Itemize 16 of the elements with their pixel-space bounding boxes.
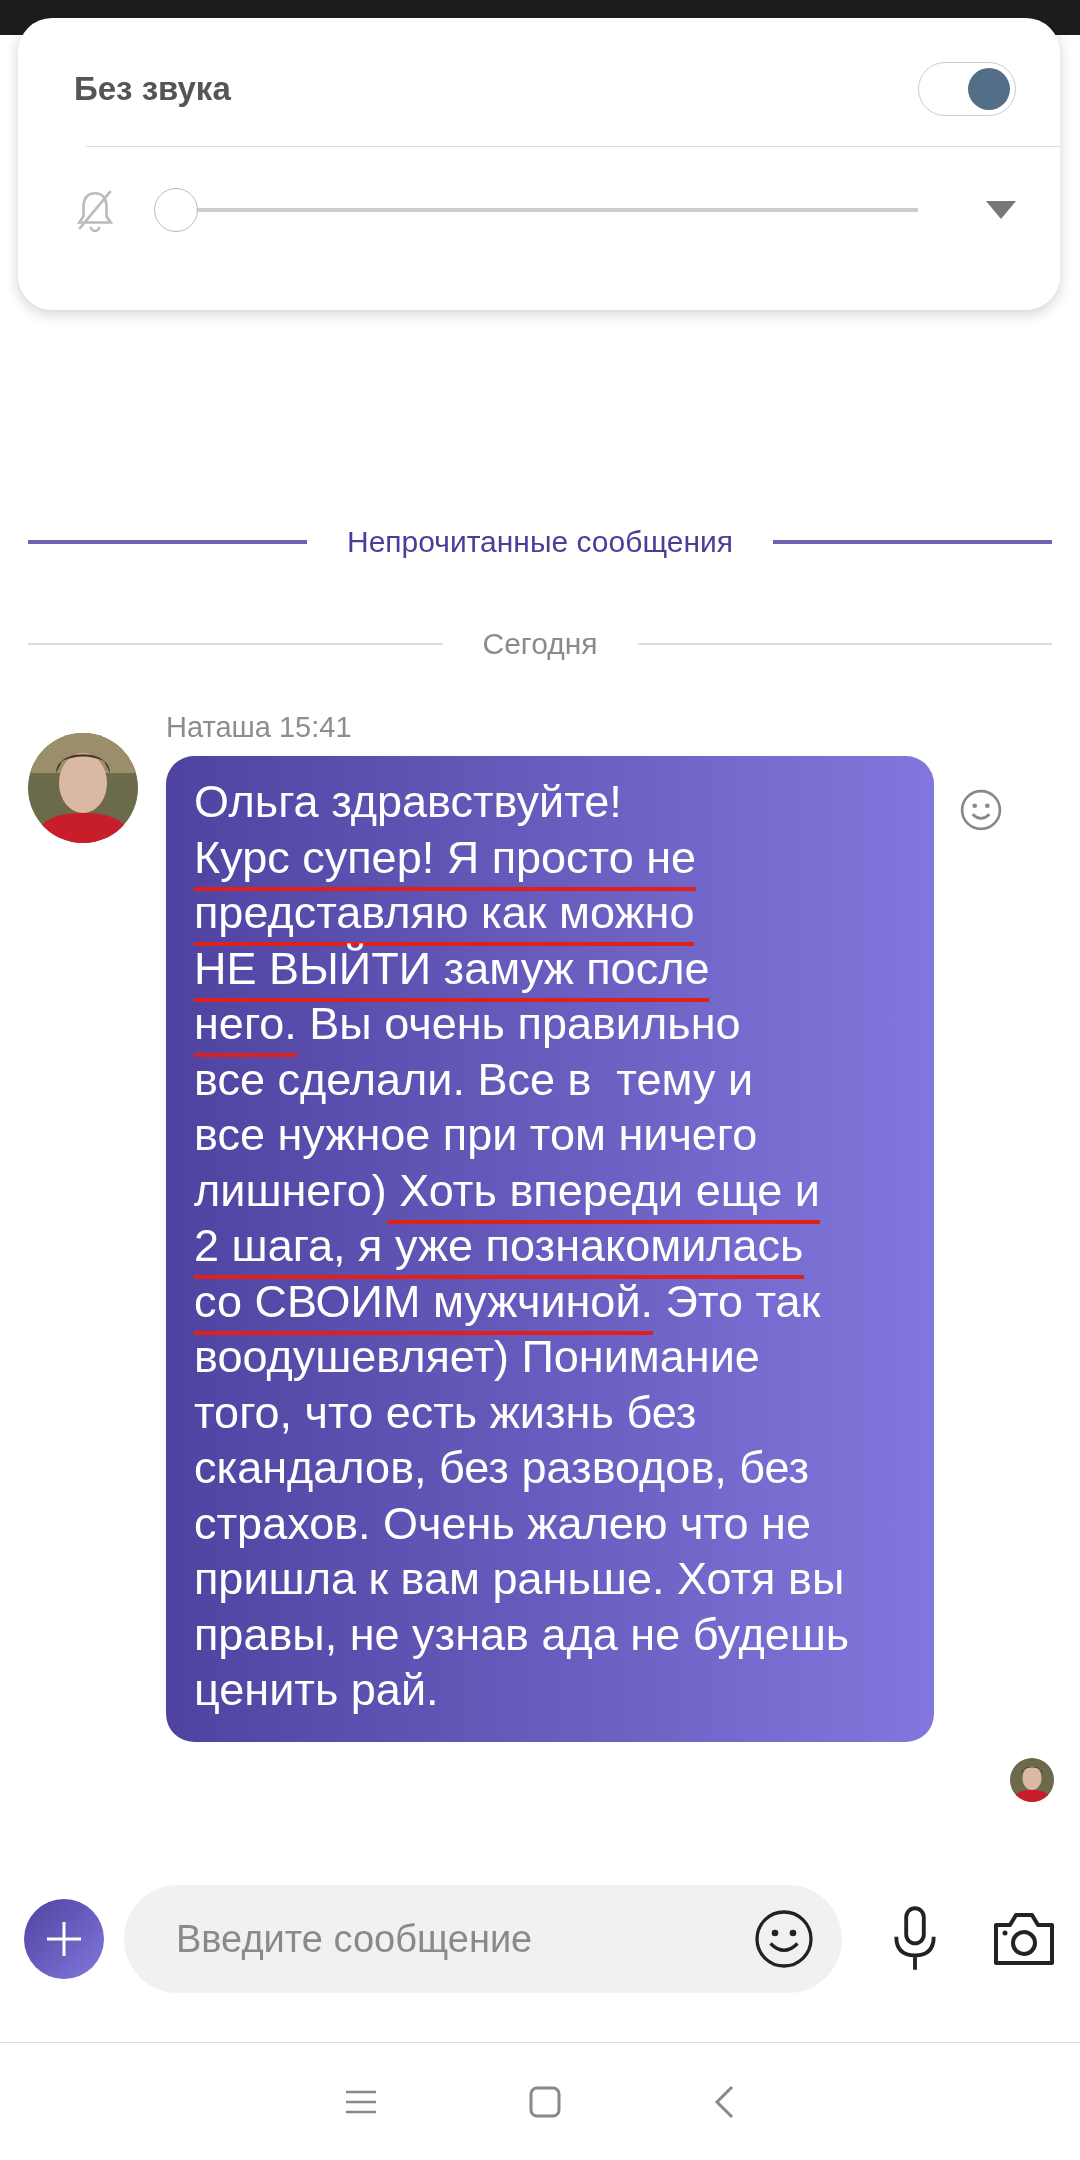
plus-icon	[44, 1919, 84, 1959]
dropdown-icon[interactable]	[986, 201, 1016, 219]
message-text: Ольга здравствуйте! Курс супер! Я просто не представляю как можно НЕ ВЫЙТИ замуж после него. Вы очень правильно все сделали. Все в тему и все нужное при том ничего лишнего) Хоть впереди еще и 2 шага, я уже познакомилась со СВОИМ мужчиной. Это так воодушевляет) Понимание того, что есть жизнь без скандалов, без разводов, без страхов. Очень жалею что не пришла к вам раньше. Хотя вы правы, не узнав ада не будешь ценить рай.	[194, 775, 851, 1717]
back-icon[interactable]	[713, 2084, 734, 2119]
smiley-icon[interactable]	[960, 789, 1002, 831]
camera-icon[interactable]	[992, 1911, 1056, 1967]
message-field[interactable]: Введите сообщение	[124, 1885, 842, 1993]
sender-time: Наташа 15:41	[166, 711, 353, 744]
menu-icon[interactable]	[346, 2089, 377, 2114]
date-label: Сегодня	[482, 627, 598, 661]
home-icon[interactable]	[529, 2085, 561, 2118]
mute-label: Без звука	[74, 70, 231, 108]
message-input[interactable]: Введите сообщение	[174, 1916, 754, 1962]
unread-divider-label: Непрочитанные сообщения	[347, 525, 733, 559]
volume-slider[interactable]	[154, 187, 918, 233]
emoji-icon[interactable]	[754, 1909, 814, 1969]
